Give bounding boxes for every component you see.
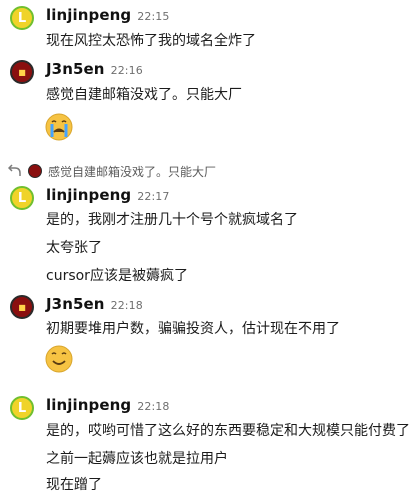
message-header: J3n5en 22:16	[46, 60, 143, 78]
username[interactable]: J3n5en	[46, 60, 105, 78]
timestamp: 22:16	[110, 64, 143, 77]
message-header: J3n5en 22:18	[46, 295, 143, 313]
message-header: linjinpeng 22:15	[46, 6, 169, 24]
message-header: linjinpeng 22:17	[46, 186, 169, 204]
username[interactable]: linjinpeng	[46, 186, 131, 204]
username[interactable]: J3n5en	[46, 295, 105, 313]
avatar[interactable]: ■	[10, 295, 34, 319]
username[interactable]: linjinpeng	[46, 6, 131, 24]
reply-avatar	[28, 164, 42, 178]
reply-arrow-icon	[8, 164, 21, 176]
message-text: 之前一起薅应该也就是拉用户	[46, 451, 228, 467]
avatar[interactable]: L	[10, 186, 34, 210]
username[interactable]: linjinpeng	[46, 396, 131, 414]
smiling-face-emoji[interactable]	[44, 344, 74, 374]
timestamp: 22:17	[137, 190, 170, 203]
crying-face-emoji[interactable]	[44, 112, 74, 142]
message-text: 太夸张了	[46, 240, 102, 256]
message-text: 初期要堆用户数，骗骗投资人，估计现在不用了	[46, 321, 340, 337]
message-text: 感觉自建邮箱没戏了。只能大厂	[46, 87, 242, 103]
message-header: linjinpeng 22:18	[46, 396, 169, 414]
timestamp: 22:15	[137, 10, 170, 23]
message-text: cursor应该是被薅疯了	[46, 268, 188, 284]
message-text: 是的，哎哟可惜了这么好的东西要稳定和大规模只能付费了	[46, 423, 410, 439]
avatar[interactable]: ■	[10, 60, 34, 84]
message-text: 是的，我刚才注册几十个号个就疯域名了	[46, 212, 298, 228]
timestamp: 22:18	[110, 299, 143, 312]
message-text: 现在风控太恐怖了我的域名全炸了	[46, 33, 256, 49]
avatar[interactable]: L	[10, 6, 34, 30]
reply-text: 感觉自建邮箱没戏了。只能大厂	[48, 164, 217, 179]
avatar[interactable]: L	[10, 396, 34, 420]
message-text: 现在蹭了	[46, 477, 102, 493]
reply-preview[interactable]: 感觉自建邮箱没戏了。只能大厂	[8, 162, 216, 180]
timestamp: 22:18	[137, 400, 170, 413]
